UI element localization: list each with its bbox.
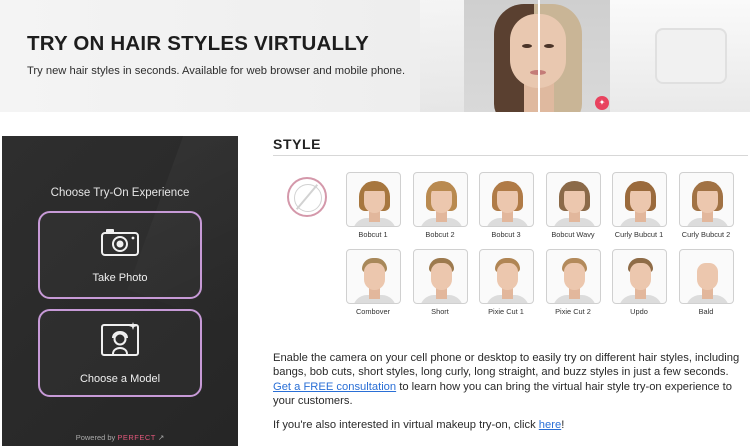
powered-by-link[interactable]: Powered by PERFECT ↗ (2, 433, 238, 442)
hairstyle-tile-curly-bubcut-1[interactable] (612, 172, 667, 227)
hero-banner: TRY ON HAIR STYLES VIRTUALLY Try new hai… (0, 0, 750, 112)
hairstyle-tile-short[interactable] (413, 249, 468, 304)
hairstyle-tile-bobcut-wavy[interactable] (546, 172, 601, 227)
hairstyle-caption: Bald (698, 307, 714, 316)
hairstyle-tile-bobcut-3[interactable] (479, 172, 534, 227)
hairstyle-tile-bobcut-1[interactable] (346, 172, 401, 227)
hairstyle-caption: Bobcut 2 (425, 230, 455, 239)
try-on-panel: Choose Try-On Experience Take Photo Choo… (2, 136, 238, 446)
hero-subtitle: Try new hair styles in seconds. Availabl… (27, 65, 406, 77)
app-badge-icon: ✦ (595, 96, 609, 110)
hero-model-image: ✦ (464, 0, 610, 112)
model-eye (544, 44, 554, 48)
description-text: Enable the camera on your cell phone or … (273, 352, 740, 379)
hairstyle-caption: Updo (630, 307, 648, 316)
model-face (497, 263, 518, 290)
makeup-paragraph: If you're also interested in virtual mak… (273, 419, 749, 431)
hairstyle-tile-pixie-cut-1[interactable] (479, 249, 534, 304)
model-bangs (696, 182, 719, 191)
model-bangs (496, 182, 519, 191)
hairstyle-tile-pixie-cut-2[interactable] (546, 249, 601, 304)
makeup-text: ! (561, 419, 565, 431)
model-face (697, 263, 718, 290)
no-style-button[interactable] (287, 177, 327, 217)
model-bangs (363, 182, 386, 191)
brand-name: PERFECT (117, 433, 156, 442)
model-face (431, 263, 452, 290)
style-divider (273, 155, 748, 156)
panel-title: Choose Try-On Experience (50, 187, 190, 199)
model-eye (522, 44, 532, 48)
hero-title: TRY ON HAIR STYLES VIRTUALLY (27, 32, 369, 55)
style-heading: STYLE (273, 136, 322, 152)
hero-background-decor (655, 28, 727, 84)
free-consultation-link[interactable]: Get a FREE consultation (273, 381, 396, 393)
hero-background-decor (420, 0, 470, 112)
makeup-here-link[interactable]: here (539, 419, 561, 431)
hairstyle-caption: Short (431, 307, 449, 316)
choose-model-button[interactable]: Choose a Model (38, 309, 202, 397)
model-face (364, 263, 385, 290)
hairstyle-caption: Curly Bubcut 1 (614, 230, 664, 239)
hairstyle-caption: Curly Bubcut 2 (681, 230, 731, 239)
hairstyle-caption: Pixie Cut 2 (555, 307, 591, 316)
description-paragraph: Enable the camera on your cell phone or … (273, 351, 749, 408)
take-photo-label: Take Photo (92, 271, 148, 284)
hairstyle-tile-bald[interactable] (679, 249, 734, 304)
model-bangs (629, 182, 652, 191)
hairstyle-tile-curly-bubcut-2[interactable] (679, 172, 734, 227)
hairstyle-tile-updo[interactable] (612, 249, 667, 304)
hairstyle-tile-combover[interactable] (346, 249, 401, 304)
hairstyle-caption: Pixie Cut 1 (488, 307, 524, 316)
model-bangs (430, 182, 453, 191)
hairstyle-caption: Bobcut 1 (358, 230, 388, 239)
model-portrait-icon (99, 321, 141, 363)
choose-model-label: Choose a Model (79, 372, 161, 385)
makeup-text: If you're also interested in virtual mak… (273, 419, 539, 431)
powered-by-text: Powered by (75, 433, 116, 442)
camera-icon (100, 227, 140, 262)
model-bangs (563, 182, 586, 191)
take-photo-button[interactable]: Take Photo (38, 211, 202, 299)
hairstyle-caption: Bobcut 3 (491, 230, 521, 239)
model-face (630, 263, 651, 290)
hairstyle-tile-bobcut-2[interactable] (413, 172, 468, 227)
hairstyle-caption: Combover (355, 307, 391, 316)
model-face (564, 263, 585, 290)
external-link-icon: ↗ (158, 433, 165, 442)
before-after-divider (538, 0, 540, 112)
hairstyle-caption: Bobcut Wavy (551, 230, 595, 239)
